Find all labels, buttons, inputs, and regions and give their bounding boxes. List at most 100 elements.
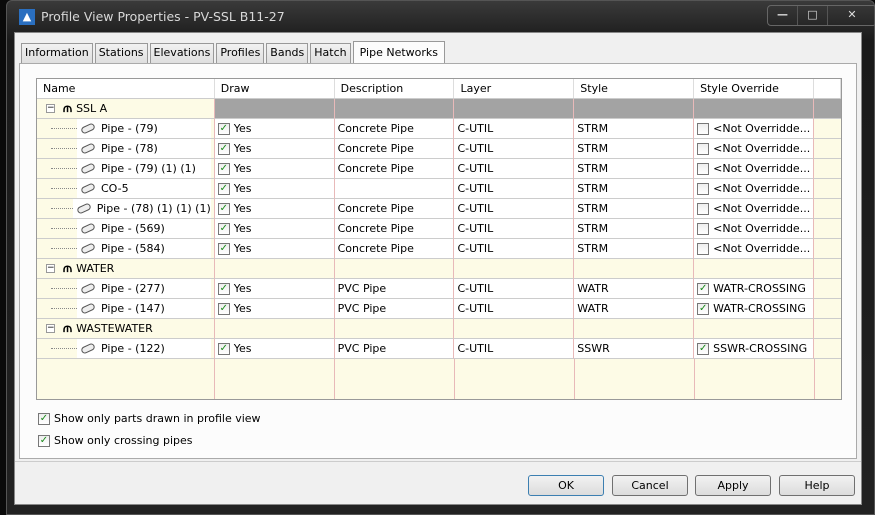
override-checkbox[interactable] [697,123,710,135]
style-override-cell[interactable]: <Not Overridde... [694,119,814,139]
column-header-style[interactable]: Style [574,79,695,98]
override-checkbox[interactable] [697,163,710,175]
draw-cell[interactable]: ✓ Yes [214,339,335,359]
layer-cell[interactable]: C-UTIL [454,179,575,199]
draw-cell[interactable]: ✓ Yes [214,279,335,299]
layer-cell[interactable]: C-UTIL [454,239,575,259]
layer-cell[interactable]: C-UTIL [454,199,575,219]
style-override-cell[interactable]: <Not Overridde... [694,139,814,159]
table-row[interactable]: Pipe - (122) ✓ Yes PVC Pipe C-UTIL SSWR ✓ SSWR-… [37,339,841,359]
tab-elevations[interactable]: Elevations [149,43,215,64]
style-override-cell[interactable]: <Not Overridde... [694,179,814,199]
style-override-cell[interactable]: ✓ WATR-CROSSING [694,279,814,299]
draw-checkbox[interactable]: ✓ [217,183,230,195]
draw-checkbox[interactable]: ✓ [217,123,230,135]
column-header-name[interactable]: Name [37,79,215,98]
layer-cell[interactable]: C-UTIL [454,339,575,359]
override-checkbox[interactable]: ✓ [697,283,710,295]
cancel-button[interactable]: Cancel [612,475,688,496]
override-checkbox[interactable] [697,203,710,215]
column-header-draw[interactable]: Draw [215,79,335,98]
style-cell[interactable]: STRM [574,139,695,159]
override-checkbox[interactable] [697,183,710,195]
draw-cell[interactable]: ✓ Yes [214,119,335,139]
draw-checkbox[interactable]: ✓ [217,283,230,295]
override-checkbox[interactable] [697,143,710,155]
override-checkbox[interactable] [697,223,710,235]
style-override-cell[interactable]: ✓ WATR-CROSSING [694,299,814,319]
tab-stations[interactable]: Stations [94,43,148,64]
draw-checkbox[interactable]: ✓ [217,303,230,315]
show-crossing-pipes-checkbox[interactable]: ✓ Show only crossing pipes [38,434,193,447]
checkbox-checked[interactable]: ✓ [38,434,50,447]
network-row[interactable]: − ⫙ SSL A [37,99,841,119]
style-cell[interactable]: WATR [574,299,695,319]
layer-cell[interactable]: C-UTIL [454,119,575,139]
network-row[interactable]: − ⫙ WASTEWATER [37,319,841,339]
layer-cell[interactable]: C-UTIL [454,159,575,179]
tab-information[interactable]: Information [21,43,93,64]
collapse-icon[interactable]: − [46,104,55,113]
table-row[interactable]: Pipe - (79) (1) (1) ✓ Yes Concrete Pipe C-UT… [37,159,841,179]
table-row[interactable]: Pipe - (78) (1) (1) (1) ✓ Yes Concrete Pipe… [37,199,841,219]
maximize-button[interactable]: □ [798,6,828,25]
column-header-layer[interactable]: Layer [454,79,575,98]
layer-cell[interactable]: C-UTIL [454,139,575,159]
layer-cell[interactable]: C-UTIL [454,279,575,299]
show-parts-drawn-checkbox[interactable]: ✓ Show only parts drawn in profile view [38,412,261,425]
close-button[interactable]: ✕ [828,6,875,25]
table-row[interactable]: Pipe - (147) ✓ Yes PVC Pipe C-UTIL WATR ✓ WATR-… [37,299,841,319]
style-cell[interactable]: WATR [574,279,695,299]
style-cell[interactable]: SSWR [574,339,695,359]
tab-pipe-networks[interactable]: Pipe Networks [352,41,445,65]
draw-cell[interactable]: ✓ Yes [214,239,335,259]
tab-bands[interactable]: Bands [266,43,309,64]
style-override-cell[interactable]: ✓ SSWR-CROSSING [694,339,814,359]
column-header-description[interactable]: Description [335,79,455,98]
table-row[interactable]: Pipe - (78) ✓ Yes Concrete Pipe C-UTIL STRM <N… [37,139,841,159]
style-override-cell[interactable]: <Not Overridde... [694,159,814,179]
draw-checkbox[interactable]: ✓ [217,223,230,235]
style-override-cell[interactable]: <Not Overridde... [694,199,814,219]
layer-cell[interactable]: C-UTIL [454,299,575,319]
draw-checkbox[interactable]: ✓ [217,203,230,215]
style-override-cell[interactable]: <Not Overridde... [694,239,814,259]
style-cell[interactable]: STRM [574,219,695,239]
tab-hatch[interactable]: Hatch [310,43,351,64]
style-cell[interactable]: STRM [574,239,695,259]
minimize-button[interactable]: — [768,6,798,25]
network-row[interactable]: − ⫙ WATER [37,259,841,279]
draw-cell[interactable]: ✓ Yes [214,299,335,319]
draw-checkbox[interactable]: ✓ [217,343,230,355]
style-cell[interactable]: STRM [574,159,695,179]
draw-cell[interactable]: ✓ Yes [214,159,335,179]
style-cell[interactable]: STRM [574,199,695,219]
collapse-icon[interactable]: − [46,264,55,273]
table-row[interactable]: Pipe - (584) ✓ Yes Concrete Pipe C-UTIL STRM <… [37,239,841,259]
draw-cell[interactable]: ✓ Yes [214,219,335,239]
collapse-icon[interactable]: − [46,324,55,333]
override-checkbox[interactable]: ✓ [697,343,710,355]
draw-cell[interactable]: ✓ Yes [214,179,335,199]
override-checkbox[interactable] [697,243,710,255]
draw-cell[interactable]: ✓ Yes [214,139,335,159]
draw-cell[interactable]: ✓ Yes [214,199,335,219]
draw-checkbox[interactable]: ✓ [217,163,230,175]
style-override-cell[interactable]: <Not Overridde... [694,219,814,239]
apply-button[interactable]: Apply [695,475,771,496]
tab-profiles[interactable]: Profiles [216,43,265,64]
table-row[interactable]: Pipe - (79) ✓ Yes Concrete Pipe C-UTIL STRM <N… [37,119,841,139]
checkbox-checked[interactable]: ✓ [38,412,50,425]
table-row[interactable]: CO-5 ✓ Yes C-UTIL STRM <Not Overridde... [37,179,841,199]
table-row[interactable]: Pipe - (569) ✓ Yes Concrete Pipe C-UTIL STRM <… [37,219,841,239]
draw-checkbox[interactable]: ✓ [217,243,230,255]
ok-button[interactable]: OK [528,475,604,496]
layer-cell[interactable]: C-UTIL [454,219,575,239]
help-button[interactable]: Help [779,475,855,496]
table-row[interactable]: Pipe - (277) ✓ Yes PVC Pipe C-UTIL WATR ✓ WATR-… [37,279,841,299]
override-checkbox[interactable]: ✓ [697,303,710,315]
draw-checkbox[interactable]: ✓ [217,143,230,155]
style-cell[interactable]: STRM [574,119,695,139]
style-cell[interactable]: STRM [574,179,695,199]
column-header-style-override[interactable]: Style Override [694,79,814,98]
